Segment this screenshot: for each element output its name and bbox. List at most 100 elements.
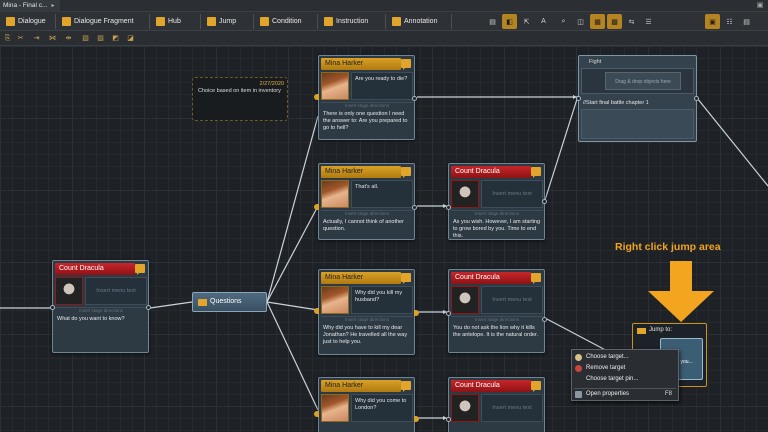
input-pin[interactable] — [576, 96, 581, 101]
dialogue-node[interactable]: Mina Harker Are you ready to die? Insert… — [314, 55, 417, 140]
menu-text-field[interactable]: Are you ready to die? — [351, 72, 413, 100]
toolbar-hub-button[interactable]: Hub — [152, 13, 201, 29]
hub-icon — [198, 299, 207, 306]
document-tab[interactable]: Mina - Final c... ▸ — [0, 0, 61, 12]
node-speaker: Count Dracula — [55, 263, 135, 275]
toolbar-dialogue-button[interactable]: Dialogue — [2, 13, 56, 29]
annotation-note[interactable]: 2/27/2020 Choice based on item in invent… — [192, 77, 288, 121]
align-icon[interactable]: ⇱ — [519, 14, 534, 29]
toolbar-instruction-button[interactable]: Instruction — [320, 13, 386, 29]
toolbar-jump-button[interactable]: Jump — [203, 13, 254, 29]
node-speaker: Count Dracula — [451, 380, 531, 392]
dialogue-node[interactable]: Count Dracula Insert menu text Insert st… — [446, 163, 547, 241]
stage-directions-field[interactable]: Insert stage directions — [55, 307, 147, 313]
dialogue-text[interactable]: What do you want to know? — [55, 314, 147, 325]
menu-text-field[interactable]: Why did you kill my husband? — [351, 286, 413, 314]
stage-directions-field[interactable]: Insert stage directions — [321, 316, 413, 322]
list-icon[interactable]: ☷ — [722, 14, 737, 29]
toolbar-annotation-button[interactable]: Annotation — [388, 13, 452, 29]
output-pin[interactable] — [694, 96, 699, 101]
flow-fragment-node[interactable]: Fight Drag & drop objects here //Start f… — [576, 55, 699, 142]
dialogue-node[interactable]: Mina Harker That's all. Insert stage dir… — [314, 163, 417, 240]
menu-item-choose-target[interactable]: Choose target... — [572, 352, 678, 363]
speech-bubble-icon — [531, 167, 541, 178]
node-speaker: Mina Harker — [321, 272, 401, 284]
dialogue-node[interactable]: Count Dracula Insert menu text Insert st… — [50, 260, 151, 353]
dialogue-node[interactable]: Count Dracula Insert menu text — [446, 377, 545, 432]
menu-text-field[interactable]: Insert menu text — [481, 180, 543, 208]
split-icon[interactable]: ⋈ — [47, 33, 58, 44]
connect-icon[interactable]: ⇥ — [31, 33, 42, 44]
tutorial-annotation: Right click jump area — [615, 241, 721, 253]
menu-item-open-properties[interactable]: Open properties F8 — [572, 389, 678, 400]
tiles-icon[interactable]: ▤ — [739, 14, 754, 29]
menu-text-field[interactable]: Why did you come to London? — [351, 394, 413, 422]
dialogue-text[interactable]: You do not ask the lion why it kills the… — [451, 323, 543, 341]
stage-directions-field[interactable]: Insert stage directions — [321, 210, 413, 216]
input-pin[interactable] — [314, 204, 319, 210]
text-size-icon[interactable]: A — [536, 14, 551, 29]
stack-icon[interactable]: ▧ — [80, 33, 91, 44]
attachment-drop-slot[interactable]: Drag & drop objects here — [605, 72, 681, 90]
dialogue-text[interactable]: There is only one question I need the an… — [321, 109, 413, 133]
input-pin[interactable] — [446, 417, 451, 422]
output-pin[interactable] — [412, 205, 417, 210]
input-pin[interactable] — [446, 205, 451, 210]
stage-directions-field[interactable]: Insert stage directions — [321, 102, 413, 108]
tab-menu-arrow-icon[interactable]: ▸ — [51, 2, 54, 9]
menu-text-field[interactable]: Insert menu text — [85, 277, 147, 305]
fragment-text[interactable]: //Start final battle chapter 1 — [583, 100, 649, 106]
link-icon[interactable]: ⇹ — [63, 33, 74, 44]
output-pin[interactable] — [542, 317, 547, 322]
menu-text-field[interactable]: Insert menu text — [481, 286, 543, 314]
cut-icon[interactable]: ✂ — [15, 33, 26, 44]
node-speaker: Count Dracula — [451, 166, 531, 178]
fit-icon[interactable]: ◫ — [573, 14, 588, 29]
layers-icon[interactable]: ◩ — [110, 33, 121, 44]
menu-item-remove-target[interactable]: Remove target — [572, 363, 678, 374]
toolbar-dialogue-fragment-label: Dialogue Fragment — [74, 17, 134, 25]
zoom-icon[interactable]: ⌕ — [556, 14, 571, 29]
input-pin[interactable] — [446, 311, 451, 316]
flow-icon[interactable]: ⇆ — [624, 14, 639, 29]
grid-icon[interactable]: ▤ — [485, 14, 500, 29]
properties-icon — [575, 391, 582, 398]
sort-icon[interactable]: ☰ — [641, 14, 656, 29]
hub-node[interactable]: Questions — [192, 292, 267, 312]
output-pin[interactable] — [542, 199, 547, 204]
dialogue-node[interactable]: Mina Harker Why did you come to London? — [314, 377, 419, 432]
zoom-tools: ⌕ ◫ ▦ ▩ ⇆ ☰ — [556, 14, 656, 29]
input-pin[interactable] — [50, 305, 55, 310]
output-pin[interactable] — [146, 305, 151, 310]
window-options-icon[interactable]: ▣ — [755, 2, 765, 10]
speech-bubble-icon — [401, 59, 411, 70]
dialogue-text[interactable]: As you wish. However, I am starting to g… — [451, 217, 543, 241]
copy-icon[interactable]: ⎘ — [2, 33, 13, 44]
dialogue-node[interactable]: Count Dracula Insert menu text Insert st… — [446, 269, 547, 353]
layout-icon[interactable]: ▦ — [590, 14, 605, 29]
snap-icon[interactable]: ◧ — [502, 14, 517, 29]
stage-directions-field[interactable]: Insert stage directions — [451, 210, 543, 216]
overview-icon[interactable]: ▩ — [607, 14, 622, 29]
output-pin[interactable] — [412, 96, 417, 101]
panel-icon[interactable]: ▣ — [705, 14, 720, 29]
arrange-icon[interactable]: ◪ — [125, 33, 136, 44]
dialogue-node[interactable]: Mina Harker Why did you kill my husband?… — [314, 269, 419, 355]
menu-item-choose-target-pin[interactable]: Choose target pin... — [572, 374, 678, 385]
input-pin[interactable] — [314, 411, 319, 417]
dialogue-text[interactable]: Actually, I cannot think of another ques… — [321, 217, 413, 235]
condition-icon — [260, 16, 269, 26]
menu-item-label: Open properties — [586, 391, 630, 397]
group-icon[interactable]: ▨ — [95, 33, 106, 44]
flow-canvas[interactable]: 2/27/2020 Choice based on item in invent… — [0, 46, 768, 432]
toolbar-dialogue-fragment-button[interactable]: Dialogue Fragment — [58, 13, 150, 29]
input-pin[interactable] — [314, 94, 319, 100]
dialogue-text[interactable]: Why did you have to kill my dear Jonatha… — [321, 323, 413, 347]
stage-directions-field[interactable]: Insert stage directions — [451, 316, 543, 322]
title-bar: Mina - Final c... ▸ ▣ — [0, 0, 768, 12]
toolbar-instruction-label: Instruction — [336, 17, 369, 25]
input-pin[interactable] — [314, 308, 319, 314]
menu-text-field[interactable]: That's all. — [351, 180, 413, 208]
menu-text-field[interactable]: Insert menu text — [481, 394, 543, 422]
toolbar-condition-button[interactable]: Condition — [256, 13, 318, 29]
